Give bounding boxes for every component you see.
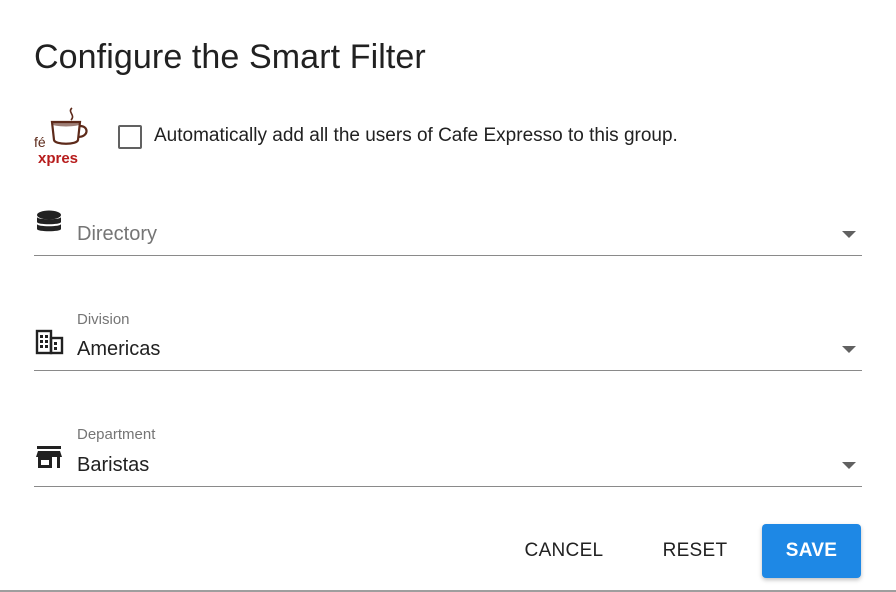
directory-select[interactable]: Directory bbox=[34, 200, 862, 256]
department-label: Department bbox=[77, 426, 156, 443]
chevron-down-icon bbox=[842, 231, 856, 238]
chevron-down-icon bbox=[842, 462, 856, 469]
save-button[interactable]: SAVE bbox=[762, 524, 861, 578]
division-value: Americas bbox=[77, 338, 161, 360]
chevron-down-icon bbox=[842, 346, 856, 353]
svg-text:fé: fé bbox=[34, 134, 46, 150]
cafe-expresso-logo: fé xpres bbox=[34, 106, 90, 167]
reset-button[interactable]: RESET bbox=[652, 524, 738, 578]
svg-text:xpres: xpres bbox=[38, 150, 78, 166]
smart-filter-dialog: Configure the Smart Filter fé xpres Auto… bbox=[0, 0, 896, 592]
auto-add-label: Automatically add all the users of Cafe … bbox=[154, 125, 678, 146]
cancel-button[interactable]: CANCEL bbox=[512, 524, 616, 578]
division-select[interactable]: Division Americas bbox=[34, 306, 862, 371]
division-label: Division bbox=[77, 311, 130, 328]
department-value: Baristas bbox=[77, 454, 150, 476]
database-icon bbox=[34, 208, 64, 238]
department-select[interactable]: Department Baristas bbox=[34, 421, 862, 487]
building-icon bbox=[34, 328, 64, 358]
auto-add-checkbox[interactable] bbox=[118, 125, 142, 149]
dialog-title: Configure the Smart Filter bbox=[34, 38, 426, 76]
directory-placeholder: Directory bbox=[77, 223, 158, 245]
store-icon bbox=[34, 443, 64, 473]
